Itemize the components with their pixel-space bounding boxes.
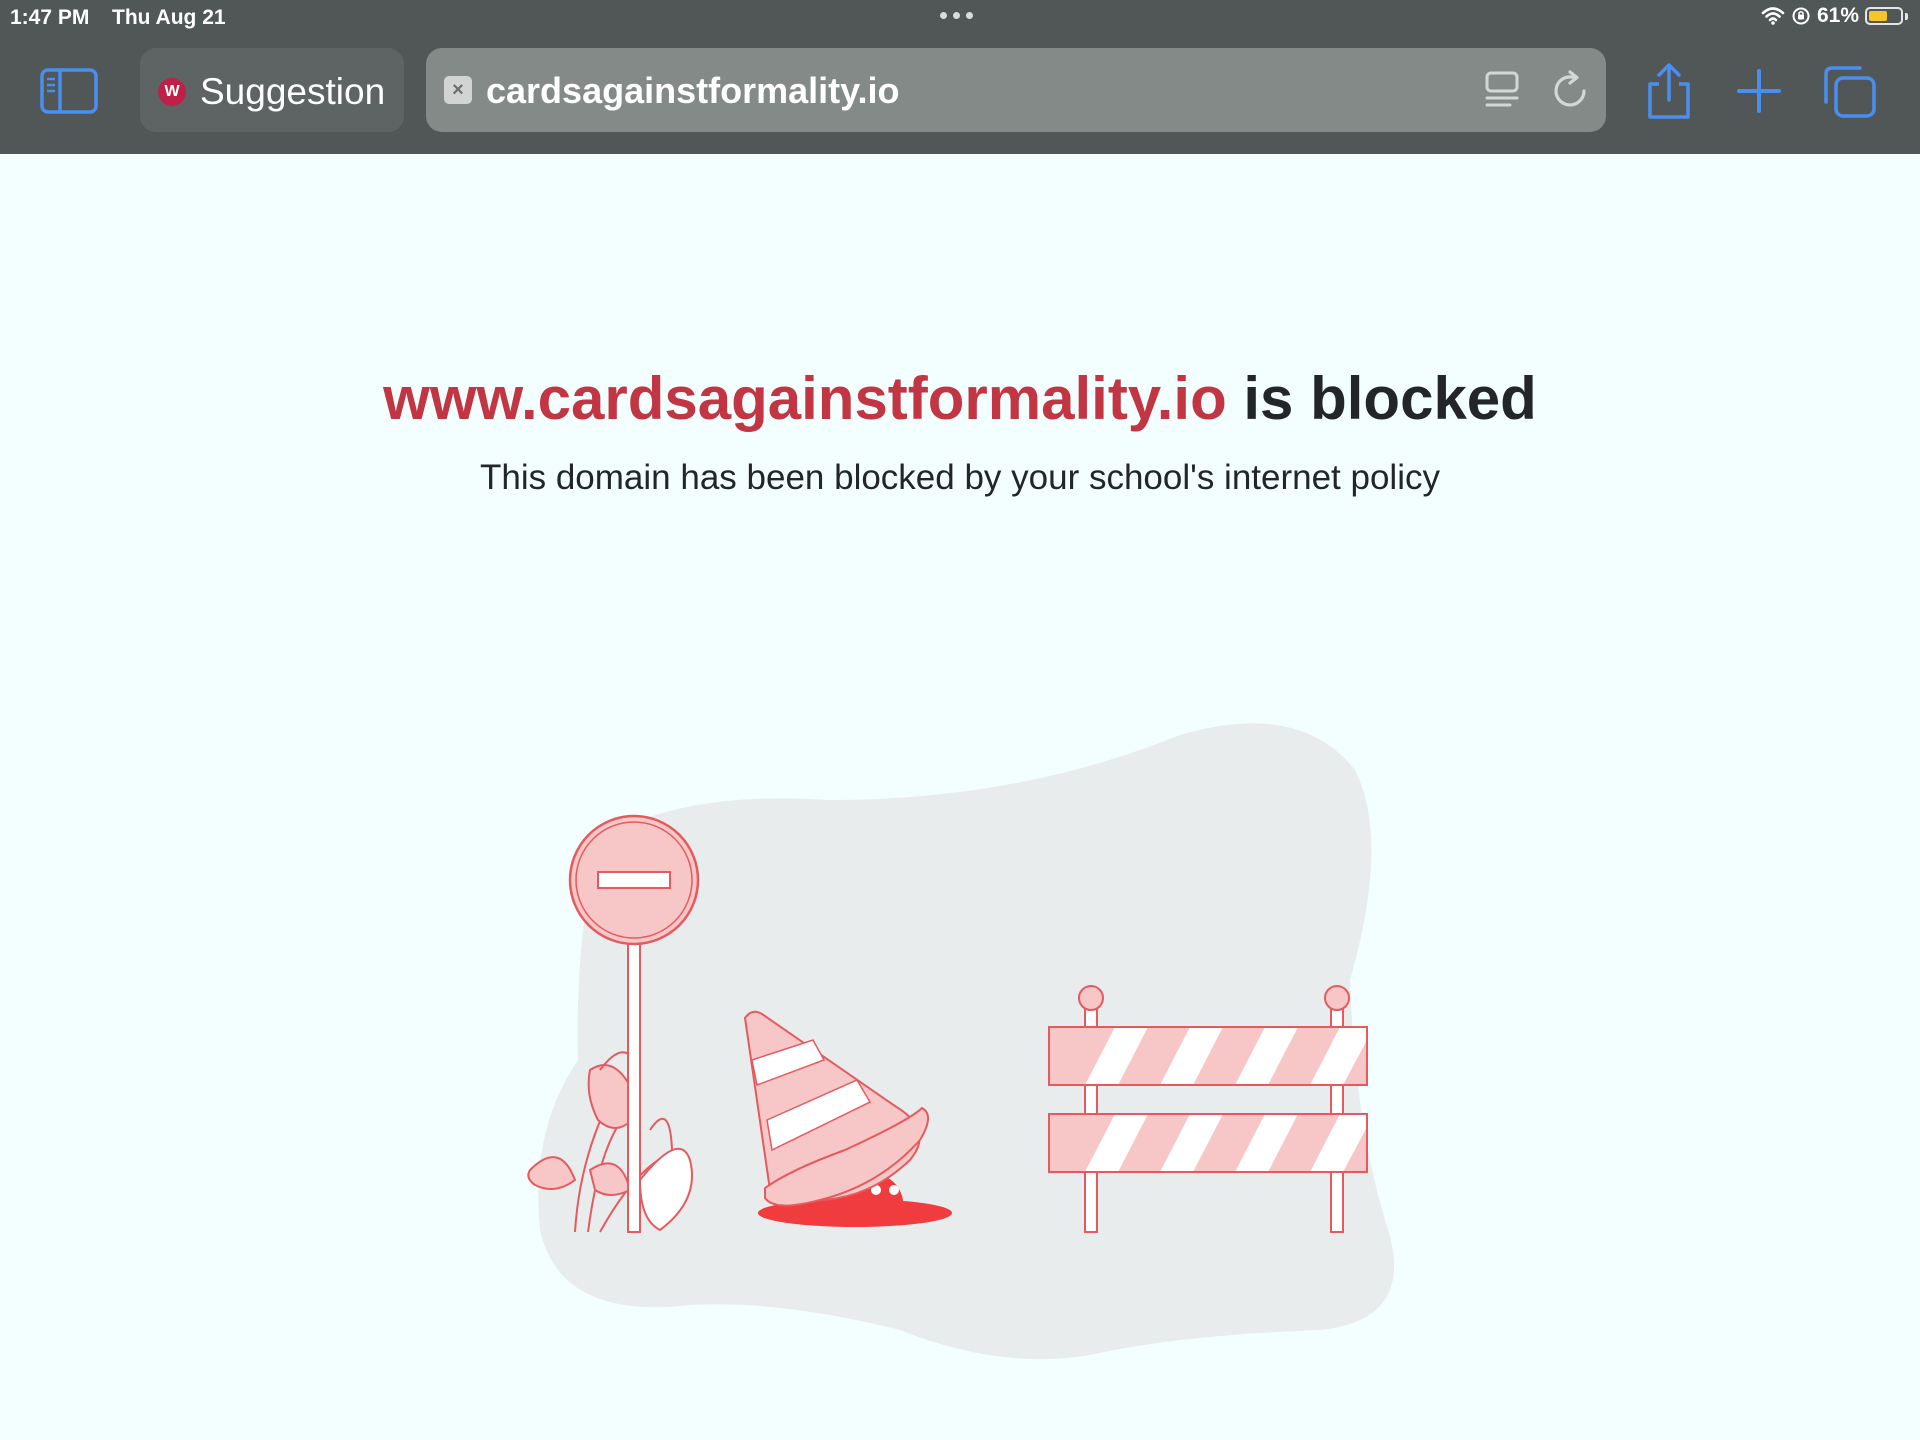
status-date: Thu Aug 21 <box>112 6 226 29</box>
url-text[interactable]: cardsagainstformality.io <box>486 70 899 112</box>
sidebar-icon[interactable] <box>40 67 98 115</box>
orientation-lock-icon <box>1792 7 1810 25</box>
battery-tip <box>1905 12 1908 20</box>
tab-suggestion[interactable]: W Suggestion <box>140 48 404 132</box>
tabs-icon[interactable] <box>1822 64 1878 120</box>
plus-icon[interactable] <box>1734 66 1784 116</box>
share-icon[interactable] <box>1642 62 1696 120</box>
roadblock-illustration <box>527 723 1395 1360</box>
wifi-icon <box>1761 7 1785 25</box>
page-title: www.cardsagainstformality.io is blocked <box>0 364 1920 433</box>
blocked-domain: www.cardsagainstformality.io <box>383 365 1227 432</box>
battery-fill <box>1869 11 1888 21</box>
status-bar: 1:47 PM Thu Aug 21 61% <box>0 0 1920 36</box>
browser-chrome: 1:47 PM Thu Aug 21 61% W Suggestion × ca… <box>0 0 1920 154</box>
battery-percent: 61% <box>1816 4 1859 27</box>
reload-icon[interactable] <box>1548 68 1592 112</box>
block-message: This domain has been blocked by your sch… <box>480 458 1440 497</box>
status-time: 1:47 PM <box>10 6 90 29</box>
blocked-suffix: is blocked <box>1243 365 1537 432</box>
tab-label: Suggestion <box>200 71 386 112</box>
site-favicon-icon: × <box>444 76 472 104</box>
reader-icon[interactable] <box>1480 68 1524 112</box>
status-right: 61% <box>1761 4 1908 28</box>
battery-icon <box>1865 7 1903 25</box>
multitasking-dots-icon[interactable] <box>940 12 973 19</box>
address-bar[interactable]: × cardsagainstformality.io <box>426 48 1606 132</box>
tab-favicon-icon: W <box>158 78 186 106</box>
